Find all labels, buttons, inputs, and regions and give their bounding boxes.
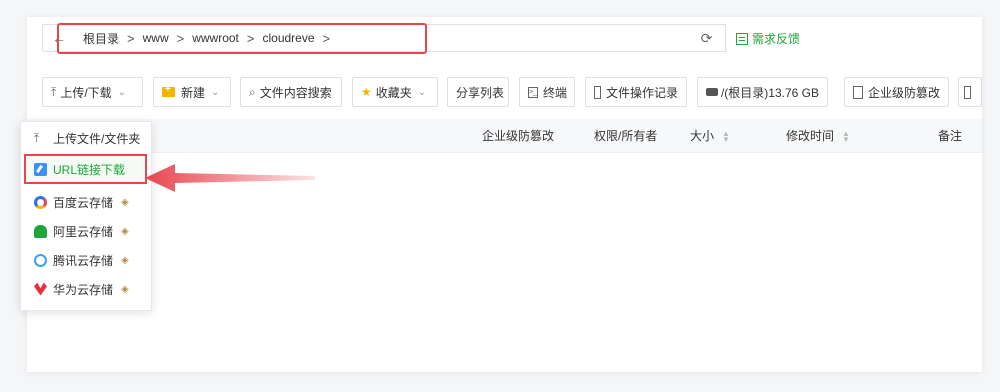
feedback-label: 需求反馈 <box>752 32 801 46</box>
favorites-label: 收藏夹 <box>375 85 412 100</box>
vip-diamond-icon: ◈ <box>121 225 129 237</box>
col-mtime-label: 修改时间 <box>786 129 835 143</box>
disk-icon <box>706 88 718 96</box>
terminal-icon: >_ <box>528 86 538 98</box>
aliyun-icon <box>34 224 47 238</box>
star-icon: ★ <box>361 85 372 99</box>
chevron-down-icon: ⌄ <box>117 86 127 98</box>
col-size-label: 大小 <box>690 129 715 143</box>
col-size[interactable]: 大小 ▲ ▼ <box>690 119 730 153</box>
document-icon <box>594 85 601 99</box>
file-log-label: 文件操作记录 <box>605 85 678 100</box>
menu-baidu-storage[interactable]: 百度云存储 ◈ <box>21 190 151 214</box>
upload-download-label: 上传/下载 <box>60 85 112 100</box>
favorites-button[interactable]: ★ 收藏夹 ⌄ <box>352 77 438 107</box>
col-note: 备注 <box>938 129 963 143</box>
baidu-cloud-icon <box>34 195 47 209</box>
upload-dropdown-menu: ⤒ 上传文件/文件夹 URL链接下载 百度云存储 ◈ 阿里云存储 ◈ 腾讯云存储… <box>20 121 152 311</box>
feedback-icon <box>736 32 748 45</box>
vip-diamond-icon: ◈ <box>121 254 129 266</box>
menu-upload-file-label: 上传文件/文件夹 <box>53 131 141 146</box>
share-list-button[interactable]: 分享列表 <box>447 77 509 107</box>
more-tool-button[interactable] <box>958 77 982 107</box>
col-tamper: 企业级防篡改 <box>482 129 555 143</box>
content-search-label: 文件内容搜索 <box>259 85 332 100</box>
menu-tencent-label: 腾讯云存储 <box>53 253 114 268</box>
menu-url-download-label: URL链接下载 <box>53 162 126 177</box>
menu-huawei-label: 华为云存储 <box>53 282 114 297</box>
menu-tencent-storage[interactable]: 腾讯云存储 ◈ <box>21 248 151 272</box>
upload-icon: ⤒ <box>51 84 57 99</box>
menu-huawei-storage[interactable]: 华为云存储 ◈ <box>21 277 151 301</box>
chevron-down-icon: ⌄ <box>417 86 427 98</box>
upload-download-button[interactable]: ⤒ 上传/下载 ⌄ <box>42 77 143 107</box>
vip-diamond-icon: ◈ <box>121 196 129 208</box>
sort-icon: ▲ ▼ <box>722 128 730 144</box>
vip-diamond-icon: ◈ <box>121 283 129 295</box>
upload-icon: ⤒ <box>34 130 40 145</box>
disk-label: /(根目录)13.76 GB <box>720 85 819 100</box>
tamper-proof-button[interactable]: 企业级防篡改 <box>844 77 949 107</box>
new-button[interactable]: 新建 ⌄ <box>153 77 231 107</box>
col-permission: 权限/所有者 <box>594 129 658 143</box>
annotation-arrow-icon <box>145 164 315 192</box>
disk-button[interactable]: /(根目录)13.76 GB <box>697 77 828 107</box>
feedback-link[interactable]: 需求反馈 <box>736 30 800 47</box>
link-icon <box>34 162 47 176</box>
col-mtime[interactable]: 修改时间 ▲ ▼ <box>786 119 850 153</box>
refresh-icon[interactable]: ⟳ <box>688 24 726 52</box>
folder-doc-icon <box>964 85 971 99</box>
tencent-cloud-icon <box>34 253 47 267</box>
menu-upload-file[interactable]: ⤒ 上传文件/文件夹 <box>21 126 151 150</box>
path-highlight-annotation <box>57 23 427 54</box>
menu-aliyun-label: 阿里云存储 <box>53 224 114 239</box>
file-table-header: 企业级防篡改 权限/所有者 大小 ▲ ▼ 修改时间 ▲ ▼ 备注 <box>27 119 982 153</box>
shield-doc-icon <box>853 85 863 99</box>
sort-icon: ▲ ▼ <box>842 128 850 144</box>
search-icon: ⌕ <box>249 84 256 99</box>
menu-url-download[interactable]: URL链接下载 <box>24 154 147 184</box>
menu-aliyun-storage[interactable]: 阿里云存储 ◈ <box>21 219 151 243</box>
huawei-icon <box>34 282 47 296</box>
terminal-label: 终端 <box>542 85 567 100</box>
file-log-button[interactable]: 文件操作记录 <box>585 77 687 107</box>
terminal-button[interactable]: >_ 终端 <box>519 77 575 107</box>
content-search-button[interactable]: ⌕ 文件内容搜索 <box>240 77 342 107</box>
new-label: 新建 <box>181 85 206 100</box>
chevron-down-icon: ⌄ <box>211 86 220 98</box>
share-list-label: 分享列表 <box>456 85 505 100</box>
new-folder-icon <box>162 84 175 97</box>
menu-baidu-label: 百度云存储 <box>53 195 114 210</box>
tamper-proof-label: 企业级防篡改 <box>867 85 940 100</box>
